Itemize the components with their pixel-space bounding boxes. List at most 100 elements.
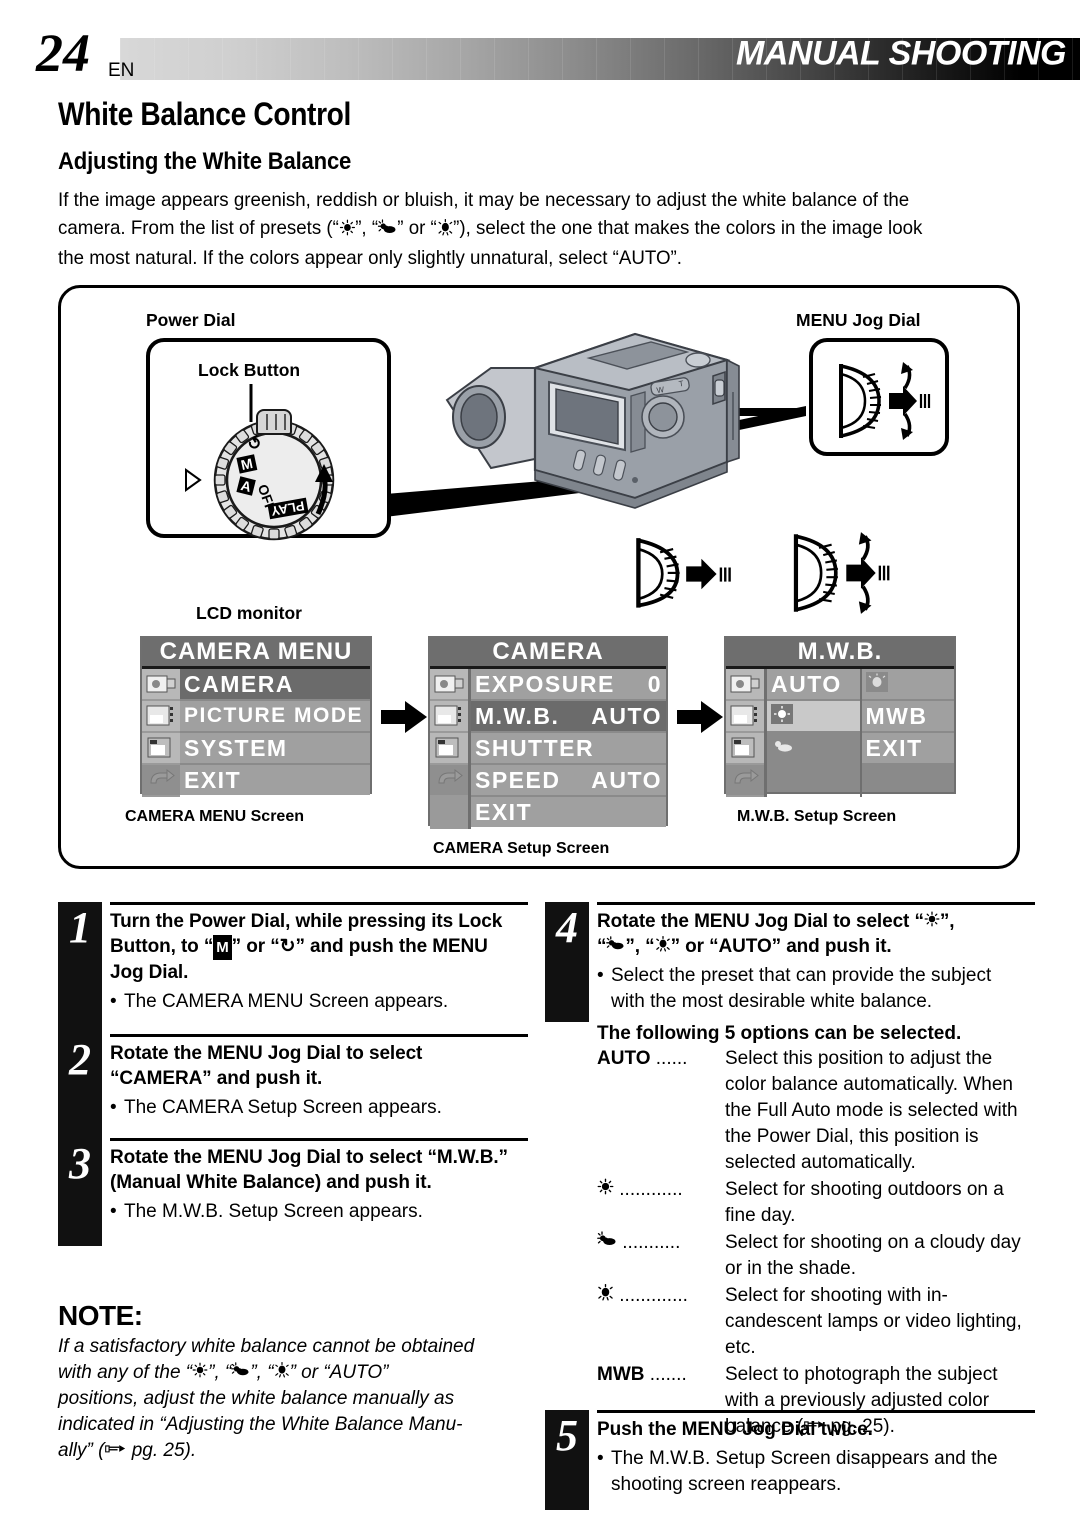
picture-sidebar-icon <box>142 701 180 731</box>
mwb-option-sun[interactable] <box>767 701 860 731</box>
note-text: If a satisfactory white balance cannot b… <box>58 1336 475 1461</box>
exit-sidebar-icon <box>142 765 180 795</box>
sun-icon <box>924 911 940 932</box>
setup-row-exit[interactable]: EXIT <box>471 797 666 827</box>
picture-sidebar-icon <box>726 701 764 731</box>
note-block: NOTE: If a satisfactory white balance ca… <box>58 1300 528 1464</box>
flow-arrow-2 <box>677 701 723 733</box>
menu-row-system[interactable]: SYSTEM <box>180 733 370 763</box>
step-5-instruction: Push the MENU Jog Dial twice. <box>597 1419 873 1440</box>
setup-icon-sidebar <box>430 669 468 829</box>
menu-icon-sidebar <box>142 669 180 797</box>
system-sidebar-icon <box>142 733 180 763</box>
camera-sidebar-icon <box>142 669 180 699</box>
dial-rotate-arrow <box>315 464 333 516</box>
option-fine-day: ............ Select for shooting outdoor… <box>597 1177 1035 1229</box>
steps-right-column: 4 Rotate the MENU Jog Dial to select “”,… <box>545 902 1035 1510</box>
cloud-icon <box>378 216 397 244</box>
camera-setup-screen: CAMERA EXPOSURE 0 M.W.B. AUTO SHUTTER SP… <box>428 636 668 829</box>
intro-line-1: If the image appears greenish, reddish o… <box>58 189 910 211</box>
menu-row-picture-mode[interactable]: PICTURE MODE <box>180 701 370 731</box>
step-4: 4 Rotate the MENU Jog Dial to select “”,… <box>545 902 1035 1437</box>
illustration-panel: Power Dial MENU Jog Dial LCD monitor Loc… <box>58 285 1020 869</box>
intro-paragraph: If the image appears greenish, reddish o… <box>58 186 991 272</box>
intro-line-2b: ”, “ <box>355 217 379 239</box>
lock-button-graphic[interactable] <box>256 409 292 435</box>
step-1-note: The CAMERA MENU Screen appears. <box>110 989 528 1015</box>
system-sidebar-icon <box>430 733 468 763</box>
jog-dial-rotate-push-icon <box>793 532 890 614</box>
step-3: 3 Rotate the MENU Jog Dial to select “M.… <box>58 1138 528 1246</box>
option-description: Select for shooting outdoors on a fine d… <box>725 1179 1004 1226</box>
mwb-option-exit[interactable]: EXIT <box>861 733 954 763</box>
manual-mode-icon: M <box>213 935 232 960</box>
power-dial-callout: Lock Button ↺ M A OFF PLAY <box>146 338 391 541</box>
menu-row-exit[interactable]: EXIT <box>180 765 370 795</box>
intro-line-2d: ”), select the one that makes the colors… <box>453 217 923 239</box>
camera-menu-title: CAMERA MENU <box>142 638 370 669</box>
page-title: White Balance Control <box>58 96 352 132</box>
step-number: 5 <box>545 1410 589 1510</box>
mwb-option-cloud[interactable] <box>767 733 860 763</box>
cloud-icon <box>606 936 625 957</box>
step-4-instruction: Rotate the MENU Jog Dial to select “”, “… <box>597 911 955 957</box>
menu-jog-dial-callout <box>809 338 949 456</box>
dial-index-pointer <box>185 468 202 492</box>
sun-icon <box>597 1178 614 1200</box>
mwb-option-lamp[interactable] <box>861 669 954 699</box>
cloud-icon <box>231 1362 250 1383</box>
subsection-title: Adjusting the White Balance <box>58 148 352 175</box>
option-incandescent: ............. Select for shooting with i… <box>597 1283 1035 1361</box>
region-code: EN <box>108 60 135 81</box>
step-5-note: The M.W.B. Setup Screen disappears and t… <box>597 1446 1035 1498</box>
cloud-icon <box>771 735 795 762</box>
lock-button-pointer <box>249 384 253 422</box>
power-dial-graphic[interactable]: ↺ M A OFF PLAY <box>185 409 336 542</box>
timer-icon: ↻ <box>279 936 296 957</box>
intro-line-2a: camera. From the list of presets (“ <box>58 217 339 239</box>
setup-row-mwb[interactable]: M.W.B. AUTO <box>471 701 666 731</box>
jog-dial-icon <box>839 362 931 440</box>
mwb-value: AUTO <box>591 702 662 729</box>
setup-row-speed[interactable]: SPEED AUTO <box>471 765 666 795</box>
lamp-icon <box>274 1362 290 1383</box>
step-1-instruction: Turn the Power Dial, while pressing its … <box>110 911 503 983</box>
camera-sidebar-icon <box>726 669 764 699</box>
option-description: Select for shooting on a cloudy day or i… <box>725 1232 1021 1279</box>
step-number: 2 <box>58 1034 102 1138</box>
dial-mark-manual: M <box>236 454 258 474</box>
option-auto: AUTO ...... Select this position to adju… <box>597 1046 1035 1176</box>
mwb-setup-caption: M.W.B. Setup Screen <box>737 808 897 825</box>
setup-row-exposure[interactable]: EXPOSURE 0 <box>471 669 666 699</box>
setup-row-shutter[interactable]: SHUTTER <box>471 733 666 763</box>
step-number: 4 <box>545 902 589 1022</box>
system-sidebar-icon <box>726 733 764 763</box>
step-3-instruction: Rotate the MENU Jog Dial to select “M.W.… <box>110 1147 508 1193</box>
mwb-left-column: AUTO <box>767 669 860 797</box>
page-number: 24 <box>36 23 90 83</box>
camera-menu-screen: CAMERA MENU CAMERA PICTURE MODE SYSTEM E… <box>140 636 372 797</box>
step-4-note: Select the preset that can provide the s… <box>597 963 1035 1015</box>
camera-menu-caption: CAMERA MENU Screen <box>125 808 304 825</box>
sun-icon <box>339 216 355 244</box>
step-2-note: The CAMERA Setup Screen appears. <box>110 1095 528 1121</box>
option-key: ............ <box>597 1177 725 1229</box>
camera-sidebar-icon <box>430 669 468 699</box>
step-2: 2 Rotate the MENU Jog Dial to select “CA… <box>58 1034 528 1138</box>
exposure-value: 0 <box>647 670 662 697</box>
mwb-right-column: MWB EXIT <box>859 669 954 797</box>
intro-line-2c: ” or “ <box>397 217 437 239</box>
mwb-option-mwb[interactable]: MWB <box>861 701 954 731</box>
step-2-instruction: Rotate the MENU Jog Dial to select “CAME… <box>110 1043 423 1089</box>
camera-setup-rows: EXPOSURE 0 M.W.B. AUTO SHUTTER SPEED AUT… <box>468 669 666 829</box>
mwb-option-auto[interactable]: AUTO <box>767 669 860 699</box>
menu-row-camera[interactable]: CAMERA <box>180 669 370 699</box>
cloud-icon <box>597 1231 617 1253</box>
mwb-setup-title: M.W.B. <box>726 638 954 669</box>
option-description: Select for shooting with in- candescent … <box>725 1285 1022 1358</box>
step-5: 5 Push the MENU Jog Dial twice. The M.W.… <box>545 1410 1035 1510</box>
option-key: AUTO ...... <box>597 1048 688 1069</box>
option-key: ............. <box>597 1283 725 1361</box>
jog-dial-push-icon <box>636 538 731 608</box>
section-title: MANUAL SHOOTING <box>736 34 1066 73</box>
